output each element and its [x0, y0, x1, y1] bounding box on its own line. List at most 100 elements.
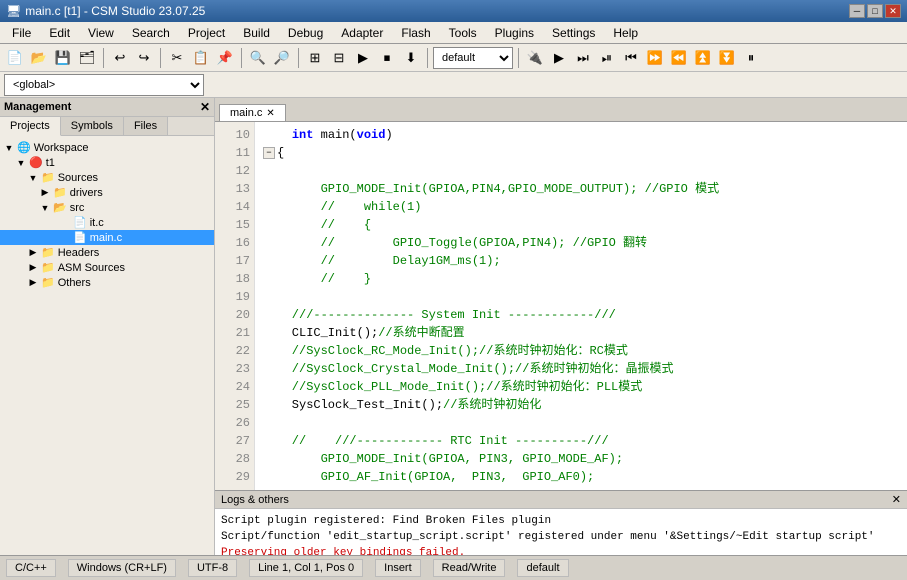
sidebar-title: Management — [4, 101, 71, 113]
adapter-btn6[interactable]: ⏩ — [644, 47, 666, 69]
tab-files[interactable]: Files — [124, 117, 168, 135]
menu-adapter[interactable]: Adapter — [333, 23, 391, 43]
config-dropdown[interactable]: default — [433, 47, 513, 69]
editor-tab-close-icon[interactable]: ✕ — [266, 108, 274, 119]
build-btn2[interactable]: ⊟ — [328, 47, 350, 69]
save-all-button[interactable]: 🗂 — [76, 47, 98, 69]
adapter-btn9[interactable]: ⏬ — [716, 47, 738, 69]
search-button[interactable]: 🔍 — [247, 47, 269, 69]
menu-edit[interactable]: Edit — [41, 23, 78, 43]
build-btn3[interactable]: ▶ — [352, 47, 374, 69]
sources-expand-icon[interactable]: ▼ — [28, 173, 38, 183]
code-line-19 — [263, 288, 899, 306]
logs-content: Script plugin registered: Find Broken Fi… — [215, 509, 907, 555]
menu-debug[interactable]: Debug — [280, 23, 331, 43]
status-language: C/C++ — [6, 559, 56, 577]
code-line-27: // ///------------ RTC Init ----------//… — [263, 432, 899, 450]
pause-button[interactable]: ⏸ — [740, 47, 762, 69]
tree-drivers[interactable]: ▶ 📁 drivers — [0, 185, 214, 200]
code-line-12 — [263, 162, 899, 180]
code-line-17: // Delay1GM_ms(1); — [263, 252, 899, 270]
status-position: Line 1, Col 1, Pos 0 — [249, 559, 363, 577]
build-btn5[interactable]: ⬇ — [400, 47, 422, 69]
editor-content[interactable]: 1011121314 1516171819 2021222324 2526272… — [215, 122, 907, 490]
sidebar-close-button[interactable]: ✕ — [200, 100, 210, 114]
tree-asm-sources[interactable]: ▶ 📁 ASM Sources — [0, 260, 214, 275]
close-button[interactable]: ✕ — [885, 4, 901, 18]
tree-src[interactable]: ▼ 📂 src — [0, 200, 214, 215]
adapter-btn7[interactable]: ⏪ — [668, 47, 690, 69]
logs-close-icon[interactable]: ✕ — [892, 493, 901, 506]
tree-t1[interactable]: ▼ 🔴 t1 — [0, 155, 214, 170]
tree-itc[interactable]: 📄 it.c — [0, 215, 214, 230]
code-line-10: int main(void) — [263, 126, 899, 144]
menu-help[interactable]: Help — [605, 23, 646, 43]
copy-button[interactable]: 📋 — [190, 47, 212, 69]
code-line-22: //SysClock_RC_Mode_Init();//系统时钟初始化：RC模式 — [263, 342, 899, 360]
adapter-btn4[interactable]: ⏯ — [596, 47, 618, 69]
maximize-button[interactable]: □ — [867, 4, 883, 18]
tree-mainc[interactable]: 📄 main.c — [0, 230, 214, 245]
logs-header: Logs & others ✕ — [215, 491, 907, 509]
itc-expand-icon — [60, 218, 70, 228]
code-line-29: GPIO_AF_Init(GPIOA, PIN3, GPIO_AF0); — [263, 468, 899, 486]
tab-projects[interactable]: Projects — [0, 117, 61, 136]
adapter-btn3[interactable]: ⏭ — [572, 47, 594, 69]
editor-tabs: main.c ✕ — [215, 98, 907, 122]
drivers-expand-icon[interactable]: ▶ — [40, 187, 50, 198]
mainc-label: main.c — [90, 232, 122, 244]
tree-others[interactable]: ▶ 📁 Others — [0, 275, 214, 290]
menu-tools[interactable]: Tools — [441, 23, 485, 43]
drivers-folder-icon: 📁 — [53, 186, 67, 199]
t1-expand-icon[interactable]: ▼ — [16, 158, 26, 168]
global-scope-select[interactable]: <global> — [4, 74, 204, 96]
tab-symbols[interactable]: Symbols — [61, 117, 124, 135]
menu-plugins[interactable]: Plugins — [487, 23, 542, 43]
app-icon: 🖥 — [6, 4, 21, 18]
undo-button[interactable]: ↩ — [109, 47, 131, 69]
adapter-btn8[interactable]: ⏫ — [692, 47, 714, 69]
headers-expand-icon[interactable]: ▶ — [28, 247, 38, 258]
search-replace-button[interactable]: 🔎 — [271, 47, 293, 69]
title-bar: 🖥 main.c [t1] - CSM Studio 23.07.25 ─ □ … — [0, 0, 907, 22]
menu-view[interactable]: View — [80, 23, 122, 43]
toolbar-sep-1 — [103, 48, 104, 68]
menu-build[interactable]: Build — [235, 23, 278, 43]
build-btn1[interactable]: ⊞ — [304, 47, 326, 69]
collapse-btn[interactable]: − — [263, 147, 275, 159]
tree-workspace[interactable]: ▼ 🌐 Workspace — [0, 140, 214, 155]
src-expand-icon[interactable]: ▼ — [40, 203, 50, 213]
save-button[interactable]: 💾 — [52, 47, 74, 69]
new-button[interactable]: 📄 — [4, 47, 26, 69]
menu-search[interactable]: Search — [124, 23, 178, 43]
sources-folder-icon: 📁 — [41, 171, 55, 184]
code-editor[interactable]: int main(void) −{ GPIO_MODE_Init(GPIOA,P… — [255, 122, 907, 490]
asm-label: ASM Sources — [58, 262, 125, 274]
adapter-btn2[interactable]: ▶ — [548, 47, 570, 69]
build-btn4[interactable]: ⏹ — [376, 47, 398, 69]
code-line-25: SysClock_Test_Init();//系统时钟初始化 — [263, 396, 899, 414]
editor-tab-mainc[interactable]: main.c ✕ — [219, 104, 286, 121]
menu-project[interactable]: Project — [180, 23, 233, 43]
redo-button[interactable]: ↪ — [133, 47, 155, 69]
paste-button[interactable]: 📌 — [214, 47, 236, 69]
toolbar-sep-4 — [298, 48, 299, 68]
menu-settings[interactable]: Settings — [544, 23, 603, 43]
workspace-expand-icon[interactable]: ▼ — [4, 143, 14, 153]
menu-flash[interactable]: Flash — [393, 23, 438, 43]
title-bar-title: 🖥 main.c [t1] - CSM Studio 23.07.25 — [6, 4, 205, 18]
adapter-btn5[interactable]: ⏮ — [620, 47, 642, 69]
code-line-15: // { — [263, 216, 899, 234]
asm-expand-icon[interactable]: ▶ — [28, 262, 38, 273]
open-button[interactable]: 📂 — [28, 47, 50, 69]
tree-headers[interactable]: ▶ 📁 Headers — [0, 245, 214, 260]
others-expand-icon[interactable]: ▶ — [28, 277, 38, 288]
minimize-button[interactable]: ─ — [849, 4, 865, 18]
tree-sources[interactable]: ▼ 📁 Sources — [0, 170, 214, 185]
adapter-btn1[interactable]: 🔌 — [524, 47, 546, 69]
sidebar: Management ✕ Projects Symbols Files ▼ 🌐 … — [0, 98, 215, 555]
src-folder-icon: 📂 — [53, 201, 67, 214]
cut-button[interactable]: ✂ — [166, 47, 188, 69]
menu-file[interactable]: File — [4, 23, 39, 43]
status-config: default — [517, 559, 568, 577]
